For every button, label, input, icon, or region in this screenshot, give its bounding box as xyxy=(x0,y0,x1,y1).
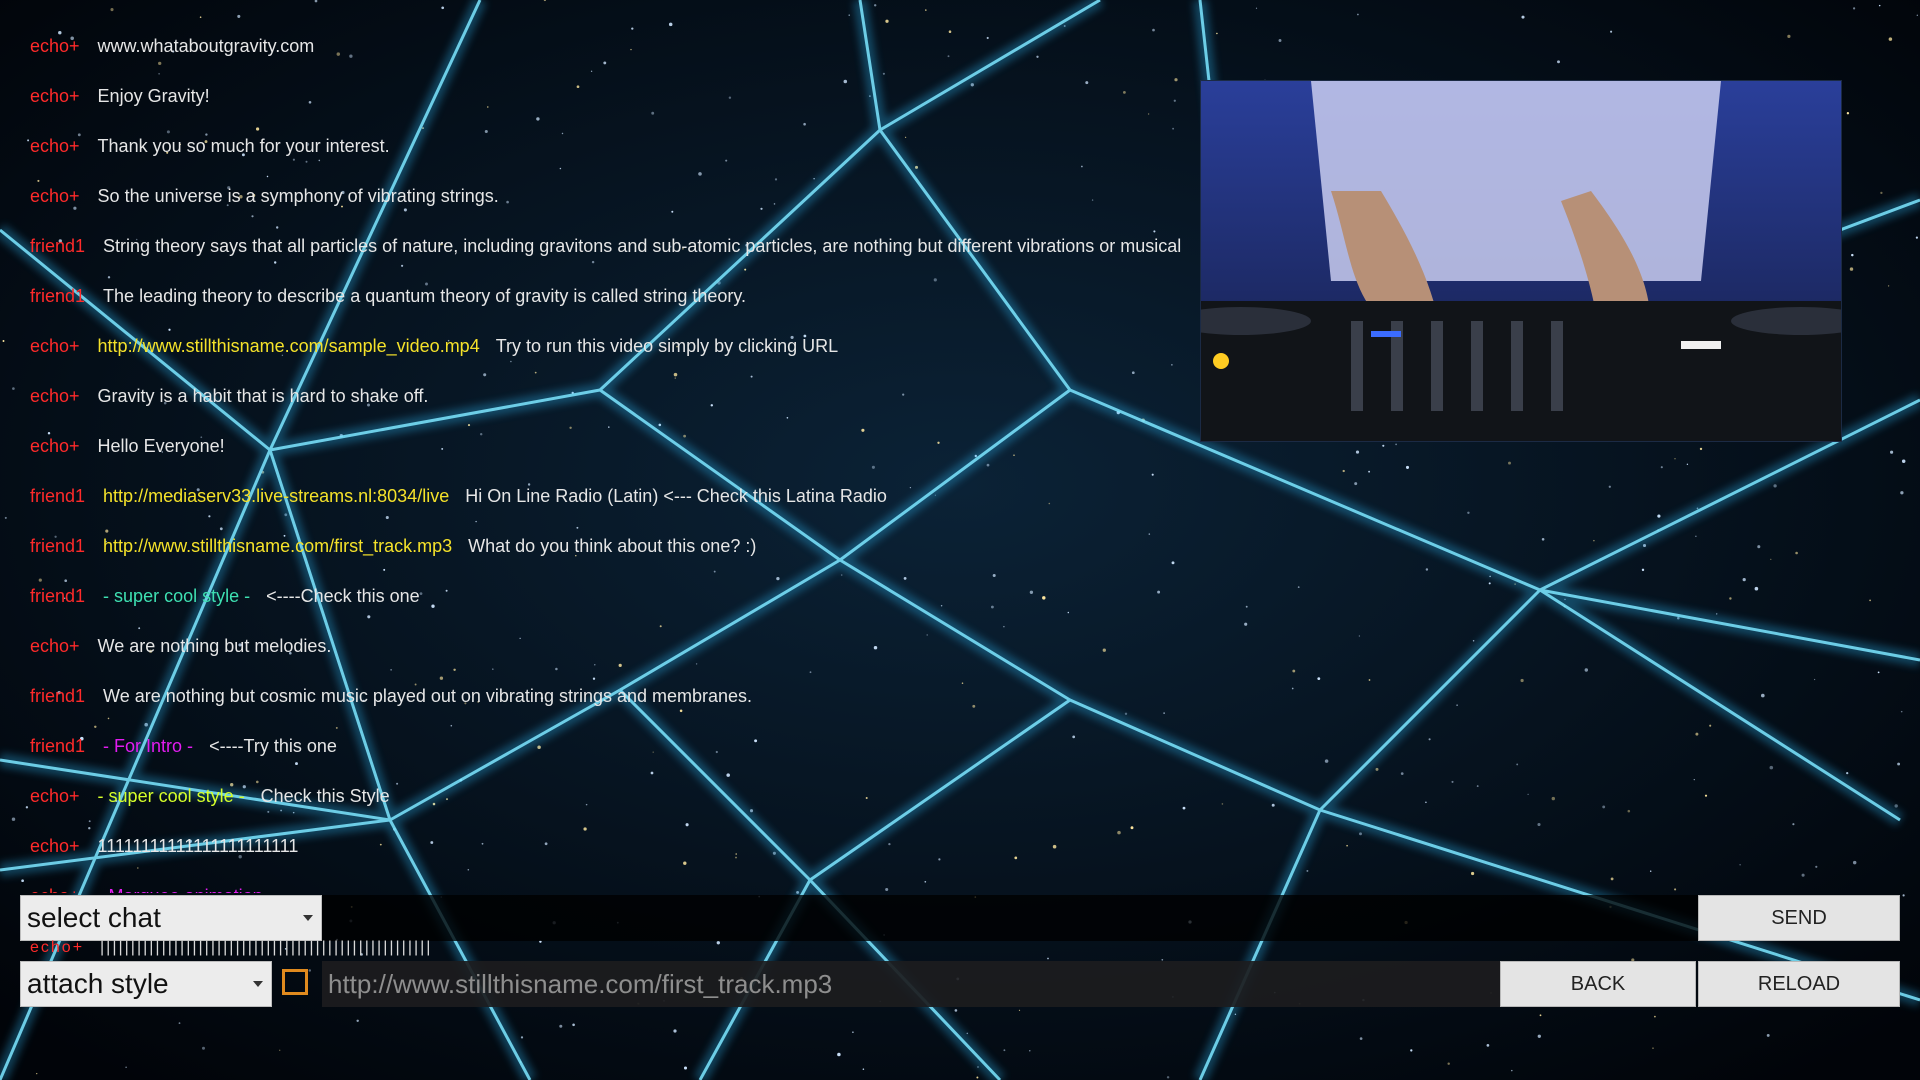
message-text: Check this Style xyxy=(260,786,390,806)
message-text: <----Try this one xyxy=(209,736,337,756)
chat-message: friend1 http://mediaserv33.live-streams.n… xyxy=(30,481,887,511)
message-username[interactable]: echo+ xyxy=(30,636,80,656)
message-username[interactable]: echo+ xyxy=(30,136,80,156)
message-text: The leading theory to describe a quantum… xyxy=(103,286,747,306)
message-username[interactable]: friend1 xyxy=(30,586,85,606)
partial-chat-row: echo+ ||||||||||||||||||||||||||||||||||… xyxy=(30,938,433,958)
message-text: Gravity is a habit that is hard to shake… xyxy=(97,386,429,406)
message-text: Hi On Line Radio (Latin) <--- Check this… xyxy=(465,486,887,506)
message-username[interactable]: echo+ xyxy=(30,86,80,106)
chat-message: echo+ - Marquee animation - xyxy=(30,881,290,893)
message-username[interactable]: friend1 xyxy=(30,686,85,706)
chat-message: echo+ www.whataboutgravity.com xyxy=(30,31,314,61)
chat-message: friend1 The leading theory to describe a … xyxy=(30,281,746,311)
dj-video-frame xyxy=(1201,81,1841,441)
message-text: Enjoy Gravity! xyxy=(97,86,210,106)
partial-row-text: ||||||||||||||||||||||||||||||||||||||||… xyxy=(100,939,433,956)
message-username[interactable]: echo+ xyxy=(30,36,80,56)
select-chat-label: select chat xyxy=(27,902,161,933)
message-username[interactable]: friend1 xyxy=(30,736,85,756)
attach-style-dropdown[interactable]: attach style xyxy=(20,961,272,1007)
chat-message: echo+ We are nothing but melodies. xyxy=(30,631,331,661)
message-text: We are nothing but cosmic music played o… xyxy=(103,686,753,706)
message-text: www.whataboutgravity.com xyxy=(97,36,315,56)
message-username[interactable]: friend1 xyxy=(30,286,85,306)
message-text: So the universe is a symphony of vibrati… xyxy=(97,186,499,206)
chat-message: friend1 String theory says that all parti… xyxy=(30,231,1181,261)
checkbox-icon[interactable] xyxy=(282,969,308,995)
message-username[interactable]: echo+ xyxy=(30,186,80,206)
chat-message: friend1 - For Intro - <----Try this one xyxy=(30,731,337,761)
partial-row-user: echo+ xyxy=(30,939,85,956)
message-username[interactable]: friend1 xyxy=(30,486,85,506)
message-style-tag[interactable]: - Marquee animation - xyxy=(98,886,274,893)
message-username[interactable]: echo+ xyxy=(30,336,80,356)
message-username[interactable]: echo+ xyxy=(30,886,80,893)
message-style-tag[interactable]: - super cool style - xyxy=(103,586,250,606)
message-username[interactable]: echo+ xyxy=(30,786,80,806)
chat-message: echo+ Hello Everyone! xyxy=(30,431,225,461)
message-text: String theory says that all particles of… xyxy=(103,236,1182,256)
message-link[interactable]: http://www.stillthisname.com/sample_vide… xyxy=(98,336,480,356)
chat-message: echo+ Enjoy Gravity! xyxy=(30,81,210,111)
chat-message: echo+ Gravity is a habit that is hard to … xyxy=(30,381,428,411)
message-style-tag[interactable]: - super cool style - xyxy=(98,786,245,806)
message-text: Hello Everyone! xyxy=(97,436,225,456)
chevron-down-icon xyxy=(253,981,263,987)
url-input[interactable] xyxy=(322,961,1500,1007)
message-text: We are nothing but melodies. xyxy=(97,636,332,656)
chat-message: friend1 http://www.stillthisname.com/firs… xyxy=(30,531,756,561)
chat-message: echo+ So the universe is a symphony of vi… xyxy=(30,181,499,211)
message-link[interactable]: http://mediaserv33.live-streams.nl:8034/… xyxy=(103,486,449,506)
chat-message: friend1 We are nothing but cosmic music p… xyxy=(30,681,752,711)
send-button[interactable]: SEND xyxy=(1698,895,1900,941)
chevron-down-icon xyxy=(303,915,313,921)
video-preview[interactable] xyxy=(1200,80,1842,442)
message-text: <----Check this one xyxy=(266,586,420,606)
reload-button[interactable]: RELOAD xyxy=(1698,961,1900,1007)
back-button[interactable]: BACK xyxy=(1500,961,1696,1007)
message-link[interactable]: http://www.stillthisname.com/first_track… xyxy=(103,536,452,556)
chat-message: echo+ http://www.stillthisname.com/sample… xyxy=(30,331,838,361)
attach-style-label: attach style xyxy=(27,968,169,999)
message-username[interactable]: echo+ xyxy=(30,386,80,406)
message-text: What do you think about this one? :) xyxy=(468,536,757,556)
message-text: Thank you so much for your interest. xyxy=(97,136,390,156)
chat-message: echo+ Thank you so much for your interest… xyxy=(30,131,390,161)
message-username[interactable]: friend1 xyxy=(30,536,85,556)
chat-message: friend1 - super cool style - <----Check th… xyxy=(30,581,420,611)
message-username[interactable]: echo+ xyxy=(30,436,80,456)
message-username[interactable]: echo+ xyxy=(30,836,80,856)
message-style-tag[interactable]: - For Intro - xyxy=(103,736,193,756)
message-text: 11111111111111111111111 xyxy=(97,836,299,856)
message-username[interactable]: friend1 xyxy=(30,236,85,256)
message-text: Try to run this video simply by clicking… xyxy=(495,336,839,356)
chat-message: echo+ - super cool style - Check this Styl… xyxy=(30,781,390,811)
chat-log[interactable]: echo+ www.whataboutgravity.com echo+ Enjoy … xyxy=(0,0,1200,893)
select-chat-dropdown[interactable]: select chat xyxy=(20,895,322,941)
chat-message: echo+ 11111111111111111111111 xyxy=(30,831,298,861)
